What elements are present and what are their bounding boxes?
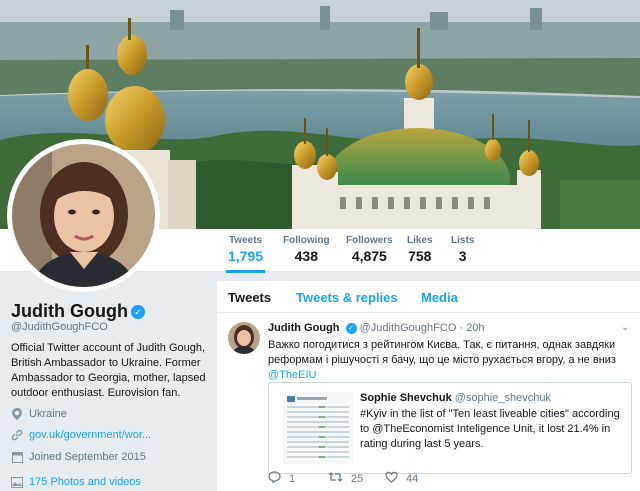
quoted-tweet-image[interactable] (283, 392, 353, 464)
tab-tweets[interactable]: Tweets (228, 290, 271, 305)
quoted-author-handle[interactable]: @sophie_shevchuk (455, 392, 551, 404)
photo-icon (11, 476, 23, 488)
stat-followers-value: 4,875 (351, 248, 387, 264)
profile-sidebar: Judith Gough ✓ @JudithGoughFCO Official T… (0, 272, 218, 491)
timeline-panel: Tweets Tweets & replies Media Judith Gou… (217, 281, 640, 491)
tweet-actions: 1 25 44 (268, 471, 568, 487)
reply-icon (268, 471, 281, 486)
tab-media[interactable]: Media (421, 290, 458, 305)
stat-lists[interactable]: Lists 3 (451, 235, 474, 264)
quoted-author-name[interactable]: Sophie Shevchuk (360, 392, 452, 404)
like-button[interactable]: 44 (385, 471, 418, 486)
stat-tweets-value: 1,795 (228, 248, 264, 264)
profile-media-text[interactable]: 175 Photos and videos (29, 476, 141, 488)
stat-likes-label: Likes (407, 235, 433, 246)
location-pin-icon (11, 408, 23, 420)
tweet-avatar[interactable] (228, 322, 260, 354)
profile-avatar[interactable] (7, 139, 160, 292)
tweet-author-name[interactable]: Judith Gough (268, 322, 339, 334)
profile-bio: Official Twitter account of Judith Gough… (11, 342, 206, 399)
tweet-verified-icon: ✓ (345, 322, 357, 334)
timeline-tabs: Tweets Tweets & replies Media (217, 281, 640, 313)
profile-name-row: Judith Gough ✓ (11, 301, 145, 322)
profile-website-text[interactable]: gov.uk/government/wor... (29, 429, 151, 441)
quoted-tweet-text: #Kyiv in the list of "Ten least liveable… (360, 408, 620, 450)
tweet-author-handle[interactable]: @JudithGoughFCO (360, 322, 457, 334)
heart-icon (385, 471, 398, 486)
stat-following[interactable]: Following 438 (283, 235, 330, 264)
quoted-tweet-card[interactable]: Sophie Shevchuk @sophie_shevchuk #Kyiv i… (268, 382, 632, 474)
tab-tweets-replies[interactable]: Tweets & replies (296, 290, 398, 305)
profile-joined-text: Joined September 2015 (29, 451, 146, 463)
reply-button[interactable]: 1 (268, 471, 295, 486)
retweet-button[interactable]: 25 (328, 471, 363, 486)
stat-lists-label: Lists (451, 235, 475, 246)
stat-following-value: 438 (294, 248, 318, 264)
profile-name[interactable]: Judith Gough (11, 301, 128, 321)
stat-likes[interactable]: Likes 758 (407, 235, 433, 264)
stat-tweets-label: Tweets (228, 235, 263, 246)
like-count: 44 (406, 472, 419, 485)
tweet-time[interactable]: · 20h (459, 322, 484, 334)
stat-followers-label: Followers (346, 235, 393, 246)
stat-tweets[interactable]: Tweets 1,795 (225, 235, 266, 273)
reply-count: 1 (289, 472, 296, 485)
verified-badge-icon: ✓ (130, 305, 145, 320)
profile-website[interactable]: gov.uk/government/wor... (11, 429, 151, 441)
tweet-menu-chevron-icon[interactable]: ⌄ (621, 322, 629, 333)
tweet-text: Важко погодитися з рейтингом Києва. Так,… (268, 338, 638, 383)
profile-location: Ukraine (11, 408, 67, 420)
tweet-header: Judith Gough ✓ @JudithGoughFCO · 20h (268, 322, 485, 334)
tweet-mention-link[interactable]: @TheEIU (268, 369, 316, 381)
stat-followers[interactable]: Followers 4,875 (346, 235, 393, 264)
stat-lists-value: 3 (458, 248, 467, 264)
profile-joined: Joined September 2015 (11, 451, 146, 463)
retweet-icon (328, 471, 343, 486)
retweet-count: 25 (351, 472, 364, 485)
stat-following-label: Following (283, 235, 330, 246)
quoted-tweet-header: Sophie Shevchuk @sophie_shevchuk (360, 392, 551, 404)
avatar-portrait (12, 144, 155, 287)
link-icon (11, 429, 23, 441)
calendar-icon (11, 451, 23, 463)
stat-likes-value: 758 (408, 248, 432, 264)
tweet-body: Важко погодитися з рейтингом Києва. Так,… (268, 339, 616, 366)
profile-location-text: Ukraine (29, 408, 67, 420)
profile-media-link[interactable]: 175 Photos and videos (11, 476, 141, 488)
profile-handle[interactable]: @JudithGoughFCO (11, 321, 108, 333)
tweet-item[interactable]: Judith Gough ✓ @JudithGoughFCO · 20h ⌄ В… (217, 313, 640, 491)
twitter-profile-page: Tweets 1,795 Following 438 Followers 4,8… (0, 0, 640, 491)
